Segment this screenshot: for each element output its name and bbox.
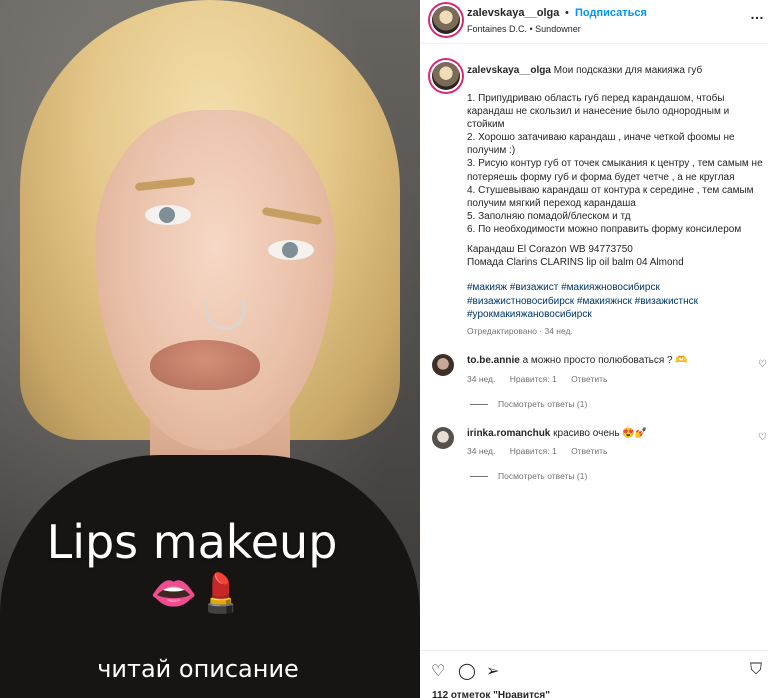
comment-time: 34 нед.: [467, 446, 496, 456]
caption-intro: Мои подсказки для макияжа губ: [553, 65, 703, 76]
author-avatar[interactable]: [432, 6, 460, 34]
caption-first-line: zalevskaya__olga Мои подсказки для макия…: [467, 64, 762, 78]
comment-body: красиво очень 😍💅: [553, 428, 648, 439]
comment-icon[interactable]: ◯: [458, 661, 476, 681]
edited-timestamp: Отредактировано · 34 нед.: [467, 326, 573, 336]
view-replies-button[interactable]: Посмотреть ответы (1): [470, 471, 587, 481]
hashtag-link[interactable]: #визажистновосибирск #макияжнск #визажис…: [467, 295, 765, 309]
replies-line: [470, 404, 488, 406]
commenter-avatar[interactable]: [432, 427, 454, 449]
comment-text: to.be.annie а можно просто полюбоваться …: [467, 355, 688, 366]
caption-step-line: стойким: [467, 119, 505, 131]
caption-step-line: 1. Припудриваю область губ перед каранда…: [467, 93, 725, 104]
commenter-username[interactable]: to.be.annie: [467, 355, 520, 366]
media-overlay-title: Lips makeup: [46, 515, 338, 569]
caption-author-avatar[interactable]: [432, 62, 460, 90]
post-media[interactable]: Lips makeup 👄💄 читай описание: [0, 0, 420, 698]
media-overlay-subtitle: читай описание: [97, 655, 299, 683]
author-username[interactable]: zalevskaya__olga: [467, 7, 559, 19]
hashtag-link[interactable]: #урокмакияжановосибирск: [467, 308, 765, 322]
media-lips: [150, 340, 260, 390]
comment-meta: 34 нед. Нравится: 1 Ответить: [467, 374, 619, 384]
comment-likes[interactable]: Нравится: 1: [510, 374, 557, 384]
comment-text: irinka.romanchuk красиво очень 😍💅: [467, 428, 647, 439]
commenter-username[interactable]: irinka.romanchuk: [467, 428, 550, 439]
caption-hashtags: #макияж #визажист #макияжновосибирск #ви…: [467, 281, 765, 322]
comment-like-icon[interactable]: ♡: [758, 432, 767, 443]
caption-step-line: 6. По необходимости можно поправить форм…: [467, 223, 742, 235]
commenter-avatar[interactable]: [432, 354, 454, 376]
caption-step-line: 3. Рисую контур губ от точек смыкания к …: [467, 158, 763, 170]
like-heart-icon[interactable]: ♡: [431, 661, 445, 681]
view-replies-label: Посмотреть ответы (1): [498, 471, 588, 481]
caption-author-username[interactable]: zalevskaya__olga: [467, 65, 551, 76]
post-header: zalevskaya__olga • Подписаться Fontaines…: [420, 0, 768, 44]
caption-step-line: 5. Заполняю помадой/блеском и тд: [467, 210, 631, 222]
music-track-link[interactable]: Fontaines D.C. • Sundowner: [467, 24, 581, 34]
view-replies-button[interactable]: Посмотреть ответы (1): [470, 399, 587, 409]
comment-likes[interactable]: Нравится: 1: [510, 446, 557, 456]
caption-product-line: Карандаш El Corazon WB 94773750: [467, 244, 633, 255]
caption-products: Карандаш El Corazon WB 94773750 Помада C…: [467, 243, 765, 269]
comment-like-icon[interactable]: ♡: [758, 359, 767, 370]
comment-meta: 34 нед. Нравится: 1 Ответить: [467, 446, 619, 456]
media-left-eye: [145, 205, 191, 225]
likes-count[interactable]: 112 отметок "Нравится": [432, 690, 550, 698]
caption-step-line: 4. Стушевываю карандаш от контура к сере…: [467, 184, 754, 196]
replies-line: [470, 476, 488, 478]
caption-step-line: карандаш не скользил и нанесение было од…: [467, 106, 730, 118]
follow-button[interactable]: Подписаться: [575, 7, 647, 19]
post-sidebar: zalevskaya__olga • Подписаться Fontaines…: [420, 0, 768, 698]
share-icon[interactable]: ➢: [486, 661, 499, 681]
header-separator: •: [565, 7, 569, 19]
comment-body: а можно просто полюбоваться ? 🫶: [522, 355, 688, 366]
media-right-eye: [268, 240, 314, 260]
view-replies-label: Посмотреть ответы (1): [498, 399, 588, 409]
caption-product-line: Помада Clarins CLARINS lip oil balm 04 A…: [467, 257, 684, 268]
caption-steps: 1. Припудриваю область губ перед каранда…: [467, 92, 765, 236]
caption-step-line: получим :): [467, 145, 516, 157]
comment-reply-button[interactable]: Ответить: [571, 446, 607, 456]
hashtag-link[interactable]: #макияж #визажист #макияжновосибирск: [467, 281, 765, 295]
media-overlay-emoji: 👄💄: [150, 573, 245, 615]
caption-step-line: получим мягкий переход карандаша: [467, 197, 636, 209]
post-actions-bar: ♡ ◯ ➢ ⛉: [420, 650, 768, 690]
comment-time: 34 нед.: [467, 374, 496, 384]
caption-step-line: 2. Хорошо затачиваю карандаш , иначе чет…: [467, 132, 735, 144]
comment-reply-button[interactable]: Ответить: [571, 374, 607, 384]
caption-step-line: потеряешь форму губ и форма будет четче …: [467, 171, 735, 183]
more-options-icon[interactable]: …: [750, 6, 765, 22]
save-bookmark-icon[interactable]: ⛉: [750, 661, 762, 679]
